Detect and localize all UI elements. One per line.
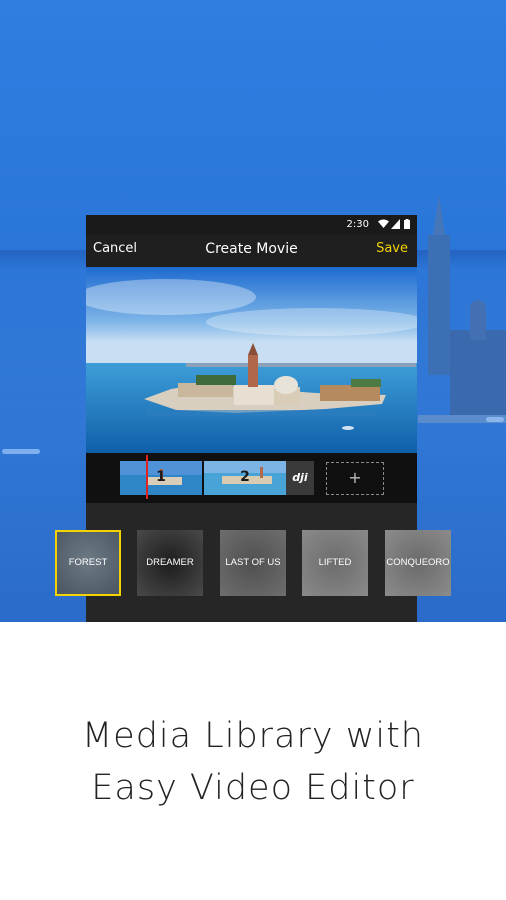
clip-number: 2 — [240, 469, 250, 485]
dji-watermark: dji — [286, 461, 314, 495]
wifi-icon — [378, 219, 389, 232]
filter-label: LAST OF US — [225, 557, 281, 568]
background-tower-spire — [433, 195, 445, 235]
playhead-marker[interactable] — [146, 455, 148, 499]
background-boat — [486, 417, 504, 422]
clip-timeline: 1 2 dji + — [86, 453, 417, 503]
filter-lifted[interactable]: LIFTED — [302, 530, 368, 596]
status-bar: 2:30 — [86, 215, 417, 235]
caption-line-2: Easy Video Editor — [91, 768, 415, 808]
filter-strip: FOREST DREAMER LAST OF US LIFTED CONQUEO… — [0, 530, 506, 596]
status-time: 2:30 — [346, 219, 369, 230]
clip-number: 1 — [156, 469, 166, 485]
filter-label: FOREST — [68, 557, 108, 568]
filter-last-of-us[interactable]: LAST OF US — [220, 530, 286, 596]
background-dome — [470, 300, 486, 340]
filter-conqueoro[interactable]: CONQUEORO — [385, 530, 451, 596]
page-title: Create Movie — [205, 241, 298, 257]
background-boat — [2, 449, 40, 454]
add-clip-button[interactable]: + — [326, 462, 384, 495]
venice-island-image — [86, 267, 417, 453]
app-bar: Cancel Create Movie Save — [86, 235, 417, 267]
background-bell-tower — [428, 235, 450, 375]
filter-forest[interactable]: FOREST — [55, 530, 121, 596]
filter-label: LIFTED — [318, 557, 352, 568]
filter-label: DREAMER — [146, 557, 194, 568]
caption-line-1: Media Library with — [81, 716, 424, 756]
save-button[interactable]: Save — [376, 241, 408, 256]
filter-label: CONQUEORO — [386, 557, 450, 568]
background-building — [450, 330, 506, 420]
filter-dreamer[interactable]: DREAMER — [137, 530, 203, 596]
battery-icon — [404, 219, 410, 232]
video-preview[interactable] — [86, 267, 417, 453]
clip-thumbnail-1[interactable]: 1 — [120, 461, 202, 495]
clip-thumbnail-2[interactable]: 2 — [204, 461, 286, 495]
signal-icon — [391, 219, 400, 232]
